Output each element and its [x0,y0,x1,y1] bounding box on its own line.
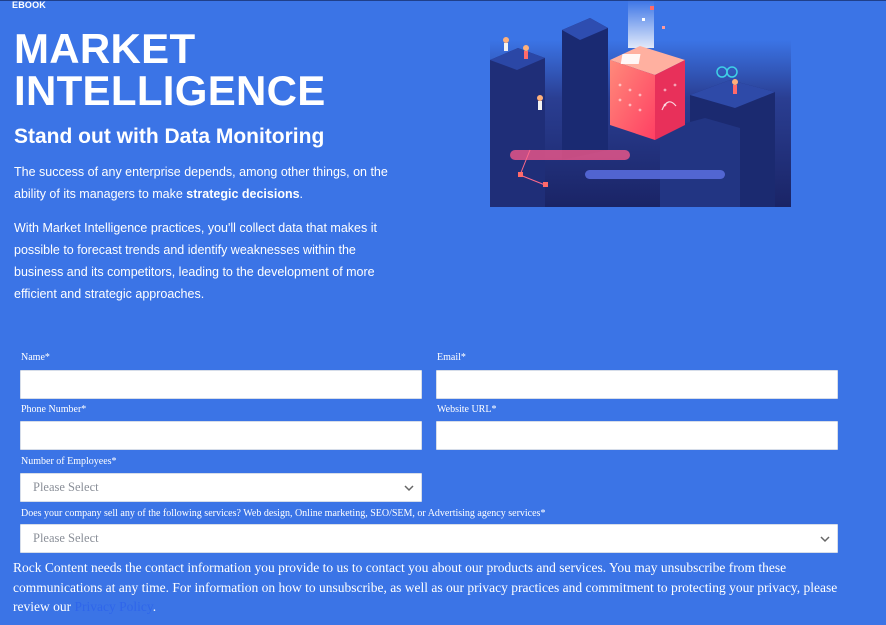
ebook-eyebrow: EBOOK [12,0,47,10]
page-subtitle: Stand out with Data Monitoring [14,125,325,148]
services-label: Does your company sell any of the follow… [21,508,546,519]
chevron-down-icon [404,485,414,492]
phone-input[interactable] [20,421,422,450]
name-input[interactable] [20,370,422,399]
intro-p1-bold: strategic decisions [186,187,300,201]
page-title: MARKET INTELLIGENCE [14,28,394,112]
phone-label: Phone Number* [21,404,87,415]
employees-select-value: Please Select [33,480,99,494]
intro-paragraph-1: The success of any enterprise depends, a… [14,161,399,205]
hero-illustration [490,0,791,207]
title-line-1: MARKET [14,25,196,72]
email-input[interactable] [436,370,838,399]
privacy-notice: Rock Content needs the contact informati… [13,558,873,617]
intro-p1-end: . [299,187,304,201]
intro-paragraph-2: With Market Intelligence practices, you'… [14,221,377,301]
employees-label: Number of Employees* [21,456,117,467]
email-label: Email* [437,352,466,363]
title-line-2: INTELLIGENCE [14,67,326,114]
website-input[interactable] [436,421,838,450]
website-label: Website URL* [437,404,497,415]
services-select-value: Please Select [33,531,99,545]
privacy-notice-end: . [152,599,157,614]
chevron-down-icon [820,536,830,543]
services-select[interactable]: Please Select [20,524,838,553]
employees-select[interactable]: Please Select [20,473,422,502]
name-label: Name* [21,352,50,363]
privacy-policy-link[interactable]: Privacy Policy [74,599,152,614]
